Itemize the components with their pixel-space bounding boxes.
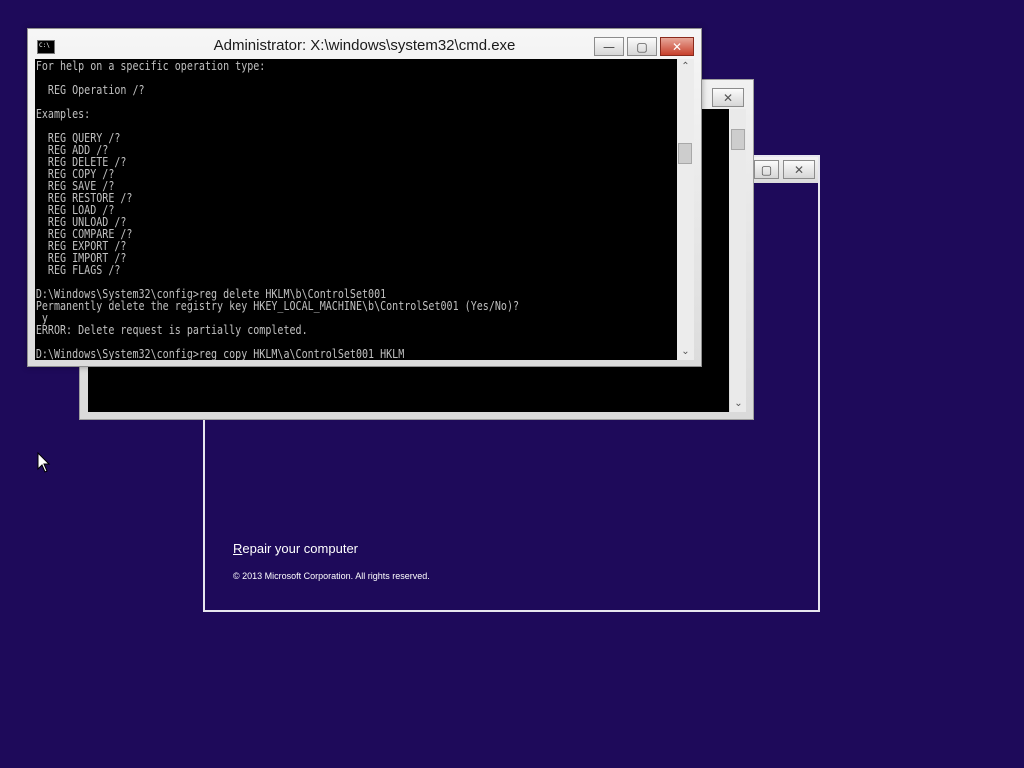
close-icon: ✕ (671, 39, 683, 54)
maximize-icon: ▢ (760, 162, 773, 177)
console-text: For help on a specific operation type: R… (35, 59, 520, 360)
maximize-button[interactable]: ▢ (627, 37, 657, 56)
cmd-window[interactable]: C:\ Administrator: X:\windows\system32\c… (27, 28, 702, 367)
minimize-button[interactable]: — (594, 37, 624, 56)
scroll-up-arrow[interactable]: ⌃ (677, 59, 694, 75)
scrollbar-thumb[interactable] (731, 129, 745, 150)
background-cmd-scrollbar[interactable]: ⌄ (730, 109, 746, 412)
mouse-pointer-icon (37, 452, 51, 473)
scroll-down-arrow[interactable]: ⌄ (730, 396, 747, 412)
close-button[interactable]: ✕ (660, 37, 694, 56)
close-icon: ✕ (722, 90, 734, 105)
minimize-icon: — (603, 39, 615, 54)
setup-close-button[interactable]: ✕ (783, 160, 815, 179)
vertical-scrollbar[interactable]: ⌃ ⌄ (677, 59, 694, 360)
scroll-down-arrow[interactable]: ⌄ (677, 344, 694, 360)
console-output[interactable]: For help on a specific operation type: R… (35, 59, 677, 360)
repair-your-computer-link[interactable]: Repair your computer (233, 541, 358, 556)
close-icon: ✕ (793, 162, 805, 177)
copyright-text: © 2013 Microsoft Corporation. All rights… (233, 571, 430, 581)
setup-restore-button[interactable]: ▢ (754, 160, 779, 179)
scrollbar-thumb[interactable] (678, 143, 692, 164)
maximize-icon: ▢ (636, 39, 648, 54)
background-cmd-close-button[interactable]: ✕ (712, 88, 744, 107)
